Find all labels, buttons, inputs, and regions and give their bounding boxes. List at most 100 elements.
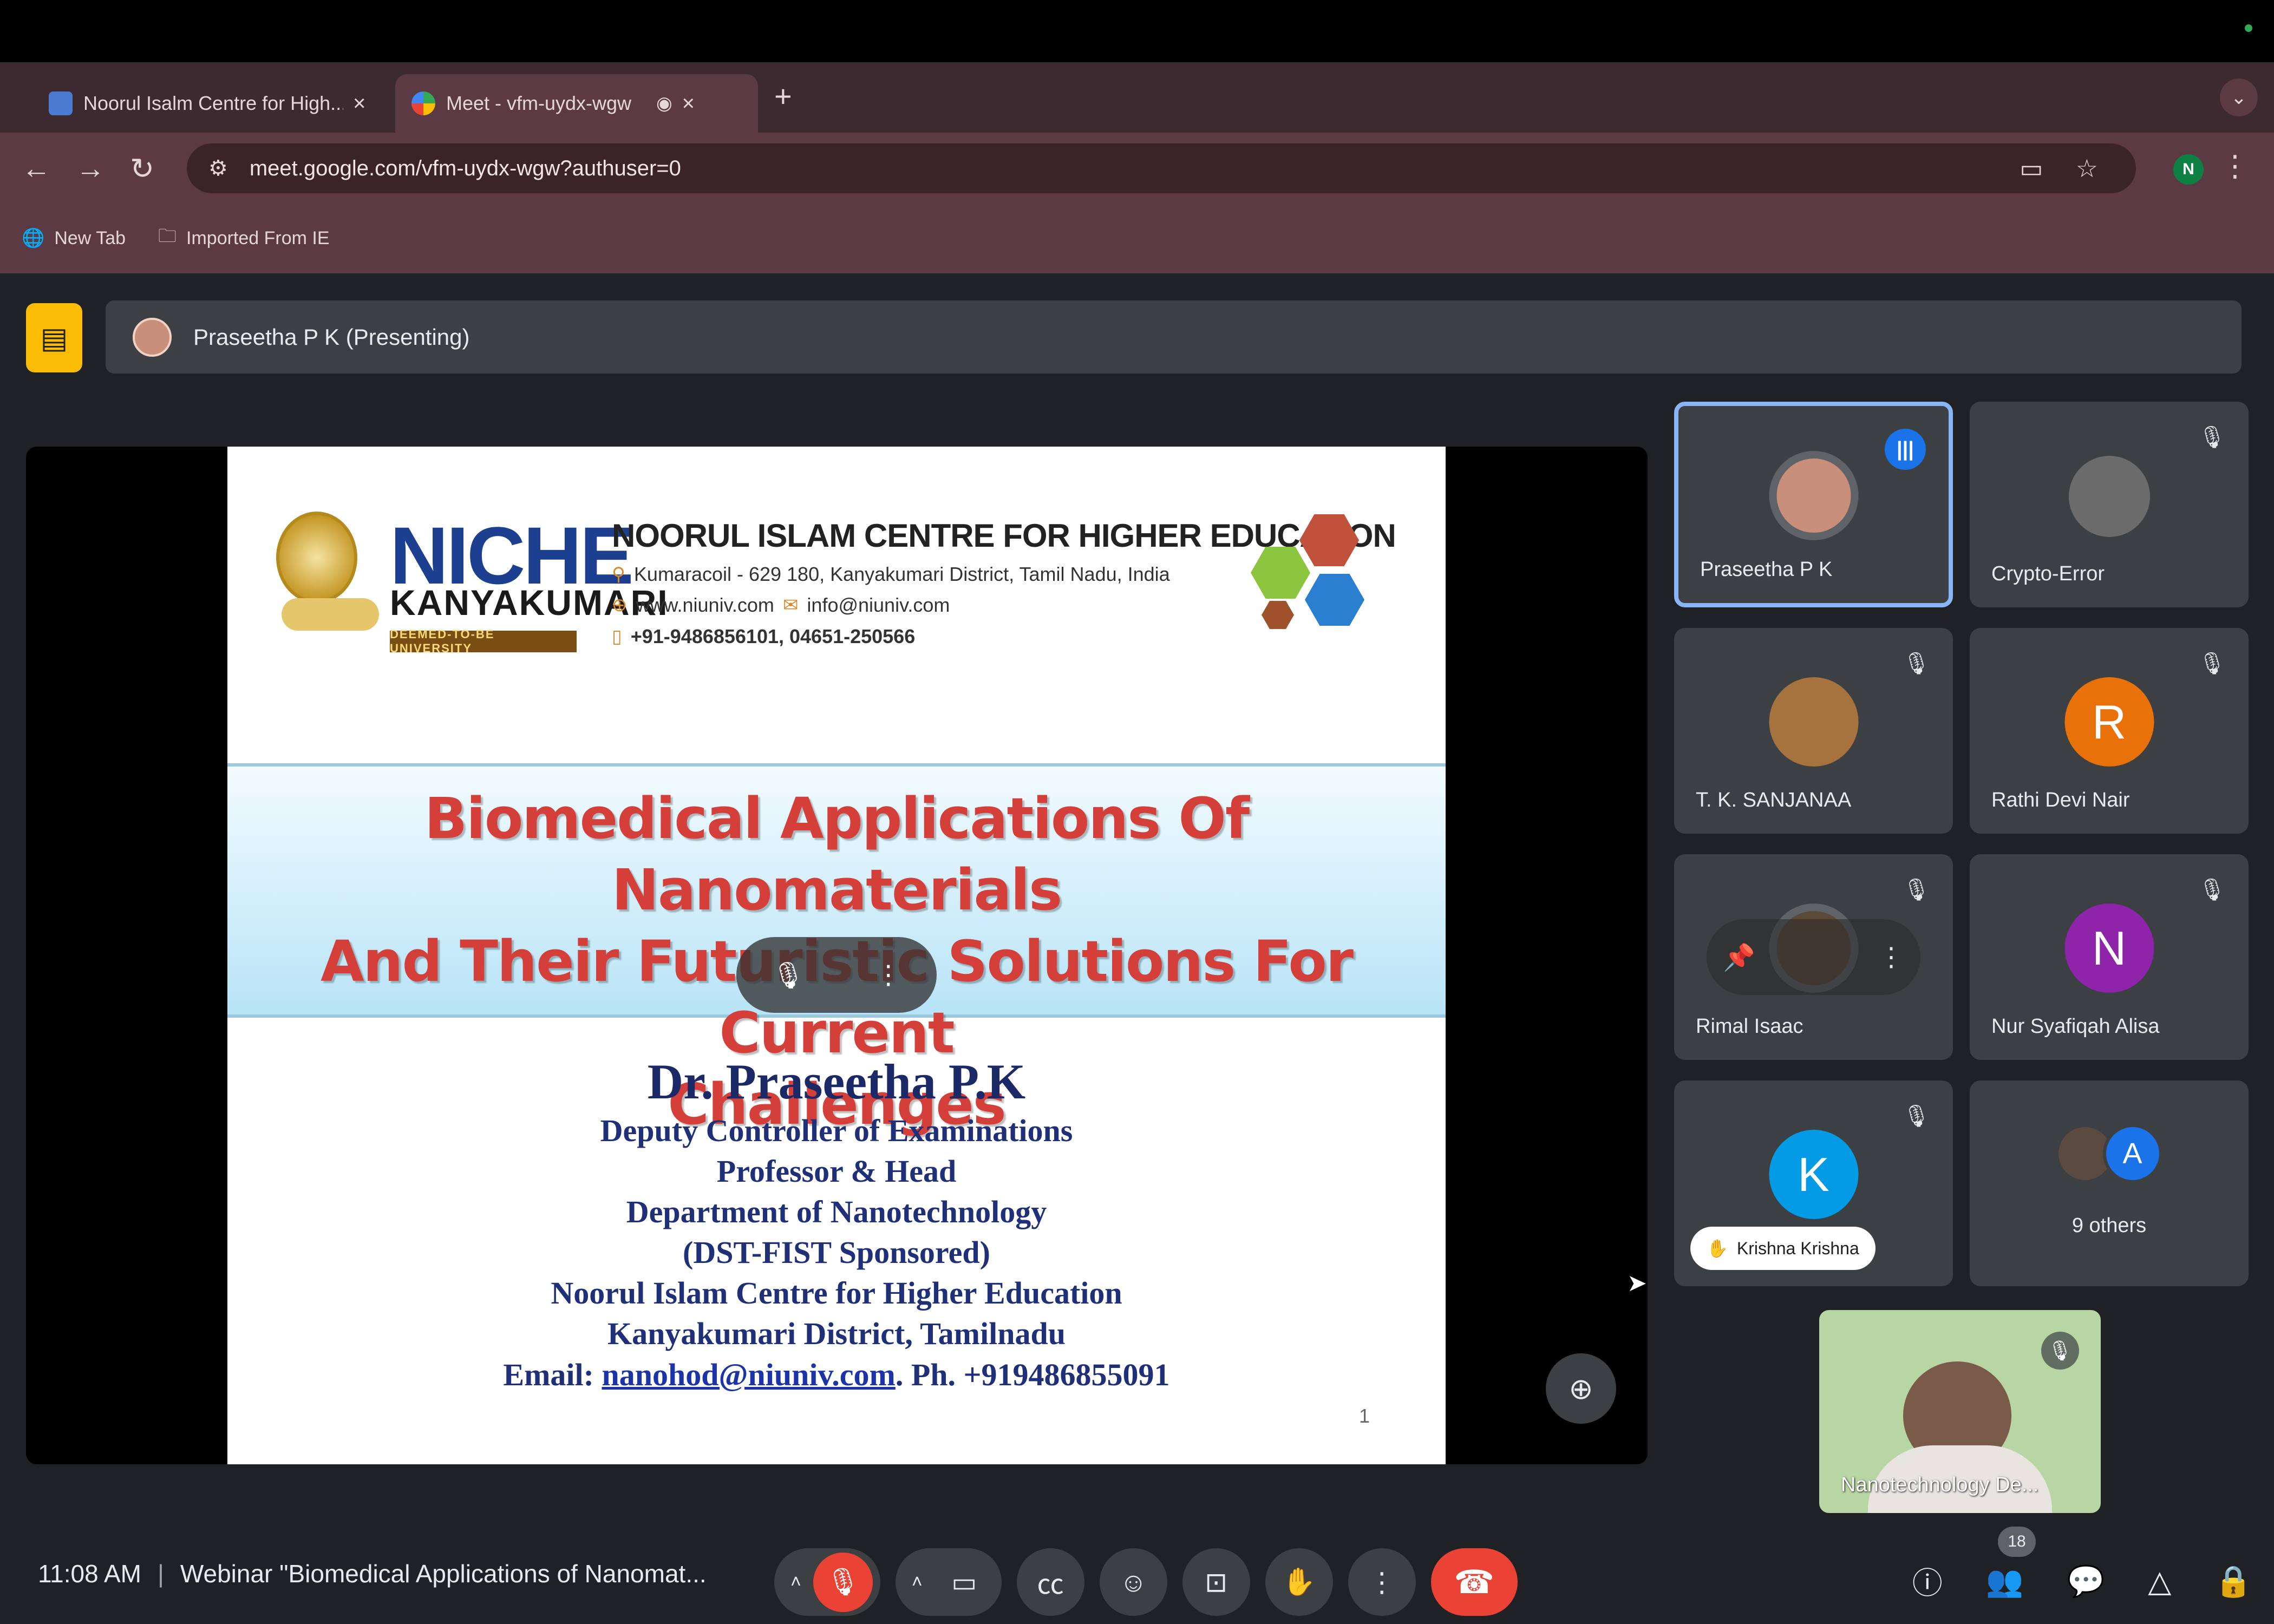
present-screen-icon: ⊡ bbox=[1205, 1567, 1228, 1597]
participant-tile[interactable]: ||| Praseetha P K bbox=[1674, 402, 1953, 607]
chat-icon[interactable]: 💬 bbox=[2067, 1563, 2105, 1599]
hex-shape bbox=[1251, 547, 1310, 599]
mic-off-icon: 🎙 bbox=[2198, 652, 2226, 676]
seal-ribbon bbox=[282, 598, 379, 631]
hex-shape bbox=[1299, 514, 1359, 566]
status-dot bbox=[2245, 24, 2252, 32]
captions-icon: ㏄ bbox=[1037, 1569, 1064, 1600]
participant-avatar: K bbox=[1769, 1130, 1858, 1219]
self-view-tile[interactable]: 🎙 Nanotechnology De... bbox=[1819, 1310, 2101, 1513]
zoom-in-icon[interactable]: ⊕ bbox=[1546, 1353, 1616, 1424]
site-settings-icon[interactable]: ⚙ bbox=[208, 156, 228, 181]
meeting-info-separator: | bbox=[157, 1560, 164, 1588]
participant-avatar: A bbox=[2102, 1124, 2162, 1183]
hex-shape bbox=[1305, 574, 1364, 626]
participant-name: Rimal Isaac bbox=[1696, 1015, 1803, 1038]
side-panel-controls: ⓘ 👥 💬 △ 🔒 bbox=[1912, 1559, 2252, 1603]
presentation-icon[interactable]: ▤ bbox=[26, 303, 82, 372]
bookmark-new-tab[interactable]: 🌐 New Tab bbox=[22, 227, 126, 249]
more-options-icon: ⋮ bbox=[1368, 1567, 1396, 1597]
mic-control[interactable]: ˄ 🎙 bbox=[774, 1548, 880, 1616]
participant-tile[interactable]: N 🎙 Nur Syafiqah Alisa bbox=[1970, 854, 2249, 1060]
tile-hover-controls[interactable]: 📌 ⋮ bbox=[1707, 919, 1920, 995]
captions-button[interactable]: ㏄ bbox=[1016, 1548, 1084, 1616]
profile-avatar[interactable]: N bbox=[2173, 154, 2204, 185]
browser-menu-icon[interactable]: ⋮ bbox=[2220, 149, 2250, 183]
address-bar[interactable]: ⚙ meet.google.com/vfm-uydx-wgw?authuser=… bbox=[187, 143, 2136, 193]
participant-name: Nur Syafiqah Alisa bbox=[1991, 1015, 2160, 1038]
participant-tile[interactable]: R 🎙 Rathi Devi Nair bbox=[1970, 628, 2249, 834]
speaking-indicator-icon: ||| bbox=[1885, 429, 1926, 470]
others-tile[interactable]: A 9 others bbox=[1970, 1081, 2249, 1286]
others-count-label: 9 others bbox=[2072, 1214, 2147, 1237]
presenter-contact: Email: nanohod@niuniv.com. Ph. +91948685… bbox=[503, 1357, 1170, 1392]
reactions-button[interactable]: ☺ bbox=[1099, 1548, 1167, 1616]
site-favicon-icon bbox=[49, 91, 73, 115]
presenter-details: Dr. Praseetha P.K Deputy Controller of E… bbox=[227, 1037, 1446, 1396]
tab-search-icon[interactable]: ⌄ bbox=[2220, 78, 2258, 116]
meeting-title: Webinar "Biomedical Applications of Nano… bbox=[180, 1560, 707, 1588]
present-now-button[interactable]: ⊡ bbox=[1182, 1548, 1250, 1616]
slide-header: NICHE KANYAKUMARI DEEMED-TO-BE UNIVERSIT… bbox=[227, 447, 1446, 761]
back-icon[interactable]: ← bbox=[22, 152, 51, 185]
raised-hand-icon: ✋ bbox=[1707, 1239, 1728, 1258]
close-icon[interactable]: × bbox=[353, 91, 365, 116]
more-options-button[interactable]: ⋮ bbox=[1348, 1548, 1416, 1616]
slide-title-banner: Biomedical Applications Of Nanomaterials… bbox=[227, 763, 1446, 1137]
participant-avatar bbox=[2068, 456, 2150, 537]
address-line: ⚲ Kumaracoil - 629 180, Kanyakumari Dist… bbox=[612, 563, 1170, 585]
leave-call-button[interactable]: ☎ bbox=[1430, 1548, 1518, 1616]
hex-shape bbox=[1262, 601, 1294, 629]
participant-tile[interactable]: 🎙 Crypto-Error bbox=[1970, 402, 2249, 607]
raised-hand-chip: ✋ Krishna Krishna bbox=[1690, 1227, 1876, 1270]
mail-icon: ✉ bbox=[782, 595, 799, 615]
camera-icon[interactable]: ▭ bbox=[935, 1553, 994, 1612]
mic-off-icon[interactable]: 🎙 bbox=[772, 960, 805, 991]
host-controls-icon[interactable]: 🔒 bbox=[2214, 1563, 2252, 1599]
people-icon[interactable]: 👥 bbox=[1986, 1563, 2024, 1599]
browser-tab-strip: Noorul Isalm Centre for High... × Meet -… bbox=[0, 62, 2274, 133]
participant-avatar: R bbox=[2064, 677, 2154, 767]
self-view-name: Nanotechnology De... bbox=[1841, 1474, 2039, 1496]
participant-avatar bbox=[1769, 677, 1858, 767]
mic-off-icon[interactable]: 🎙 bbox=[813, 1552, 873, 1612]
bookmarks-bar: 🌐 New Tab 🗀 Imported From IE bbox=[0, 203, 2274, 273]
tab-meet[interactable]: Meet - vfm-uydx-wgw ◉ × bbox=[395, 74, 758, 133]
mic-off-icon: 🎙 bbox=[2198, 425, 2226, 449]
location-pin-icon: ⚲ bbox=[612, 564, 625, 585]
activities-icon[interactable]: △ bbox=[2148, 1563, 2171, 1599]
hangup-icon: ☎ bbox=[1454, 1563, 1495, 1600]
presentation-hover-controls[interactable]: 🎙 ⋮ bbox=[736, 937, 937, 1013]
university-seal-logo bbox=[276, 512, 357, 604]
mic-off-icon: 🎙 bbox=[2041, 1332, 2079, 1370]
raise-hand-button[interactable]: ✋ bbox=[1265, 1548, 1333, 1616]
participant-tile[interactable]: 🎙 T. K. SANJANAA bbox=[1674, 628, 1953, 834]
forward-icon[interactable]: → bbox=[76, 152, 105, 185]
camera-in-use-icon[interactable]: ▭ bbox=[2020, 154, 2043, 183]
chevron-up-icon[interactable]: ˄ bbox=[912, 1571, 923, 1593]
recording-indicator-icon: ◉ bbox=[656, 93, 672, 114]
slide-page-number: 1 bbox=[1358, 1405, 1370, 1427]
mic-off-icon: 🎙 bbox=[1903, 1104, 1930, 1128]
bookmark-star-icon[interactable]: ☆ bbox=[2076, 154, 2098, 183]
tab-label: Meet - vfm-uydx-wgw bbox=[446, 92, 632, 114]
camera-control[interactable]: ˄ ▭ bbox=[895, 1548, 1002, 1616]
people-count-badge: 18 bbox=[1998, 1527, 2036, 1557]
call-controls: ˄ 🎙 ˄ ▭ ㏄ ☺ ⊡ ✋ ⋮ ☎ bbox=[774, 1548, 1518, 1616]
participant-name: Praseetha P K bbox=[1700, 558, 1833, 581]
pin-icon[interactable]: 📌 bbox=[1723, 942, 1755, 973]
more-options-icon[interactable]: ⋮ bbox=[1878, 942, 1904, 972]
chevron-up-icon[interactable]: ˄ bbox=[790, 1571, 801, 1593]
reload-icon[interactable]: ↻ bbox=[130, 152, 154, 186]
close-icon[interactable]: × bbox=[682, 91, 695, 116]
participant-tile[interactable]: 📌 ⋮ 🎙 Rimal Isaac bbox=[1674, 854, 1953, 1060]
meeting-time: 11:08 AM bbox=[38, 1560, 141, 1588]
more-options-icon[interactable]: ⋮ bbox=[875, 960, 901, 990]
bookmark-imported-from-ie[interactable]: 🗀 Imported From IE bbox=[158, 223, 330, 254]
meeting-details-icon[interactable]: ⓘ bbox=[1912, 1559, 1943, 1603]
new-tab-button[interactable]: + bbox=[774, 78, 792, 114]
tab-noorul-islam[interactable]: Noorul Isalm Centre for High... × bbox=[32, 74, 382, 133]
presenter-name: Dr. Praseetha P.K bbox=[647, 1054, 1026, 1109]
presenter-email-link[interactable]: nanohod@niuniv.com bbox=[602, 1357, 895, 1392]
participant-tile[interactable]: K 🎙 ✋ Krishna Krishna bbox=[1674, 1081, 1953, 1286]
